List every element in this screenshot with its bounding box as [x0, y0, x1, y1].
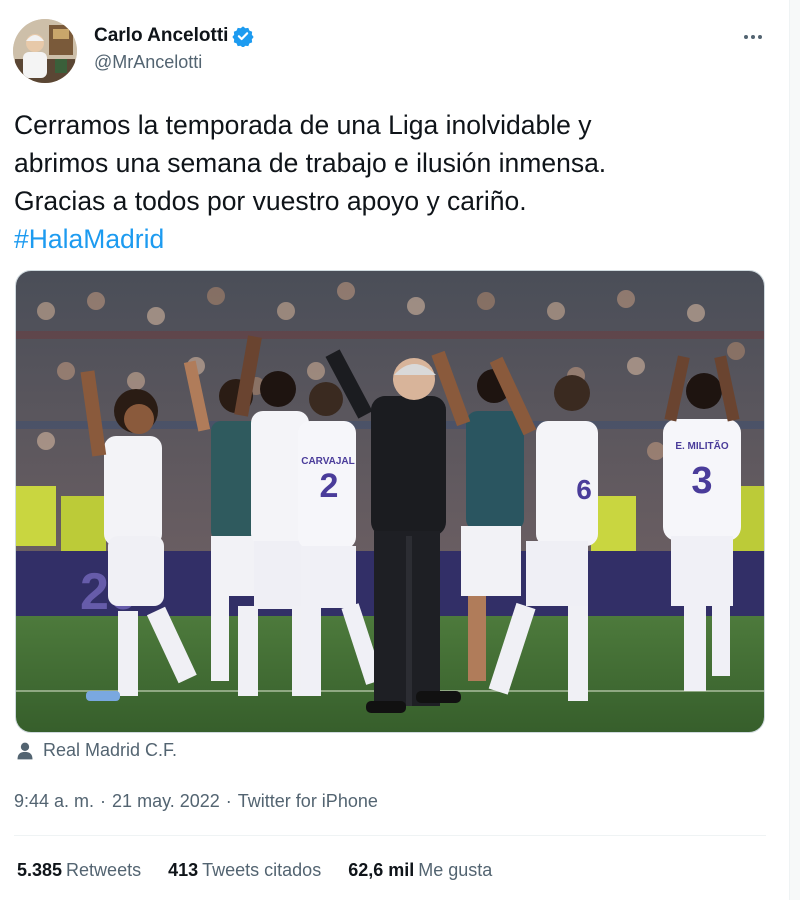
- quote-tweets-stat[interactable]: 413 Tweets citados: [168, 860, 321, 881]
- jersey-number: 2: [320, 467, 339, 505]
- hashtag-link[interactable]: #HalaMadrid: [14, 224, 164, 254]
- photo-players-applauding: 20: [16, 271, 764, 732]
- person-tag-icon: [17, 742, 33, 759]
- retweets-count: 5.385: [17, 860, 63, 880]
- retweets-label: Retweets: [66, 860, 142, 880]
- author-avatar[interactable]: [13, 19, 77, 83]
- tweet-time[interactable]: 9:44 a. m.: [14, 791, 94, 812]
- tweet-stats: 5.385 Retweets 413 Tweets citados 62,6 mil…: [17, 860, 492, 881]
- tweet-card: Carlo Ancelotti @MrAncelotti Cerramos la…: [0, 0, 790, 900]
- tweet-photo[interactable]: 20: [15, 270, 765, 733]
- jersey-name: CARVAJAL: [301, 456, 355, 467]
- likes-stat[interactable]: 62,6 mil Me gusta: [348, 860, 492, 881]
- quote-tweets-count: 413: [168, 860, 199, 880]
- tweet-text-line: Cerramos la temporada de una Liga inolvi…: [14, 110, 592, 140]
- scrollbar-track[interactable]: [790, 0, 800, 900]
- meta-separator: ·: [225, 791, 232, 811]
- jersey-name: E. MILITÃO: [675, 439, 729, 452]
- likes-count: 62,6 mil: [348, 860, 415, 880]
- tweet-text-line: Gracias a todos por vuestro apoyo y cari…: [14, 186, 527, 216]
- meta-separator: ·: [100, 791, 107, 811]
- likes-label: Me gusta: [418, 860, 493, 880]
- jersey-number: 3: [691, 460, 712, 502]
- tweet-source[interactable]: Twitter for iPhone: [238, 791, 378, 812]
- more-options-icon[interactable]: [735, 24, 771, 50]
- svg-text:6: 6: [576, 474, 592, 505]
- tagged-account-label: Real Madrid C.F.: [43, 740, 178, 760]
- tweet-date[interactable]: 21 may. 2022: [112, 791, 220, 812]
- tweet-meta: 9:44 a. m. · 21 may. 2022 · Twitter for …: [14, 791, 378, 812]
- author-name-text: Carlo Ancelotti: [94, 25, 229, 46]
- tagged-account[interactable]: Real Madrid C.F.: [15, 740, 177, 761]
- verified-badge-icon: [232, 26, 255, 47]
- quote-tweets-label: Tweets citados: [202, 860, 322, 880]
- author-handle[interactable]: @MrAncelotti: [94, 52, 202, 73]
- retweets-stat[interactable]: 5.385 Retweets: [17, 860, 141, 881]
- tweet-text: Cerramos la temporada de una Liga inolvi…: [14, 106, 754, 258]
- divider: [14, 835, 766, 836]
- tweet-text-line: abrimos una semana de trabajo e ilusión …: [14, 148, 607, 178]
- author-name[interactable]: Carlo Ancelotti: [94, 25, 255, 47]
- avatar-image: [13, 19, 77, 83]
